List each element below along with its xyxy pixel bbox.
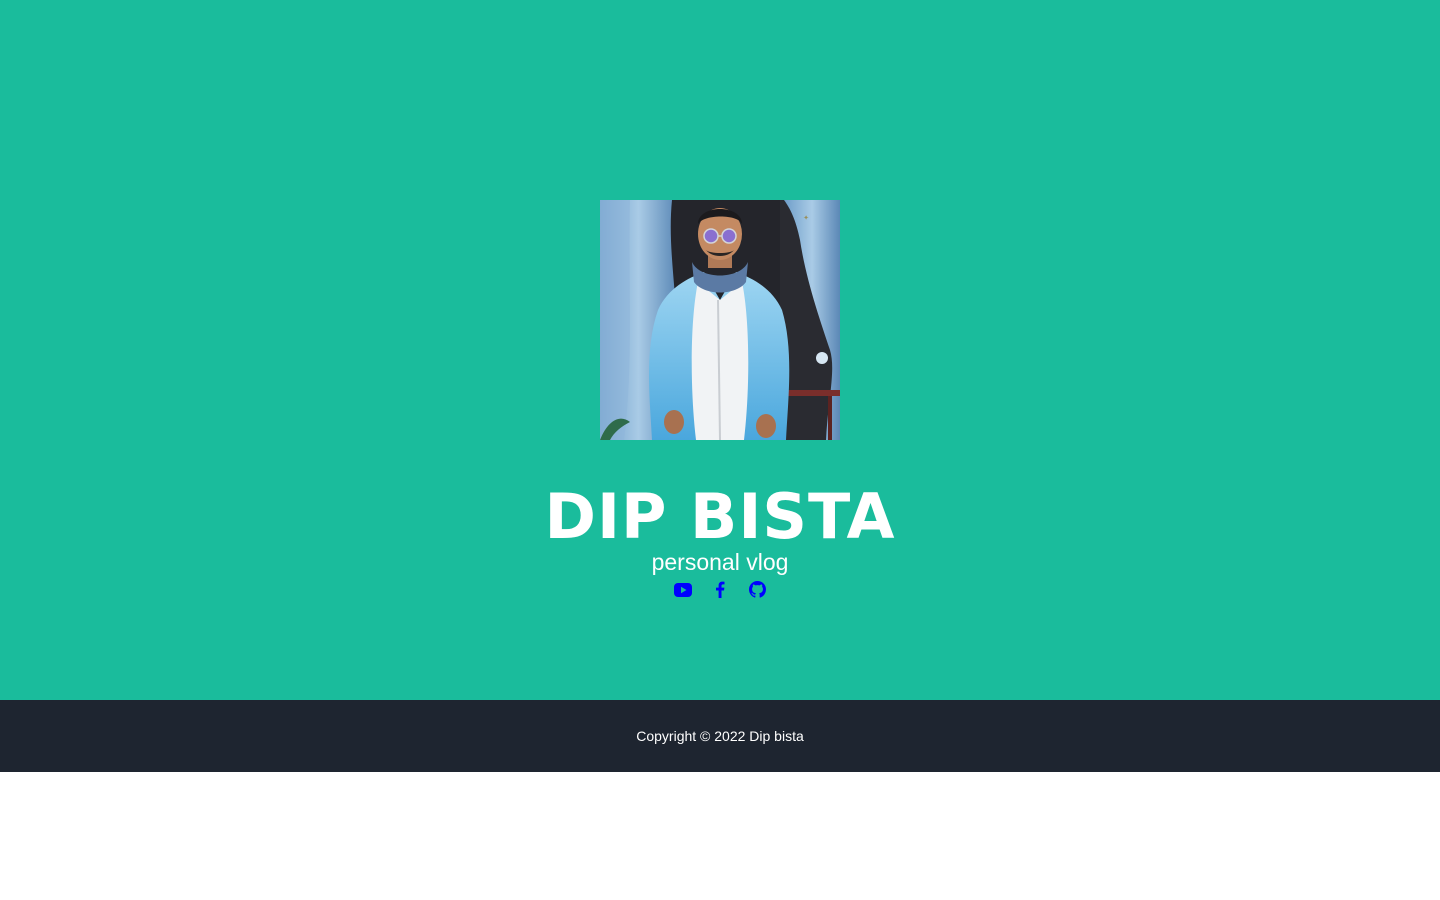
hero-section: ✦ DIP BISTA personal vlog (0, 0, 1440, 700)
profile-name: DIP BISTA (544, 480, 896, 553)
facebook-icon (715, 581, 725, 603)
facebook-link[interactable] (711, 581, 730, 603)
youtube-link[interactable] (674, 581, 693, 603)
github-link[interactable] (748, 581, 767, 603)
youtube-icon (674, 582, 692, 602)
footer: Copyright © 2022 Dip bista (0, 700, 1440, 772)
copyright-text: Copyright © 2022 Dip bista (636, 728, 804, 744)
social-links (0, 581, 1440, 603)
github-icon (748, 581, 766, 603)
profile-tagline: personal vlog (651, 549, 789, 575)
profile-photo: ✦ (600, 200, 840, 440)
svg-text:✦: ✦ (803, 214, 809, 222)
